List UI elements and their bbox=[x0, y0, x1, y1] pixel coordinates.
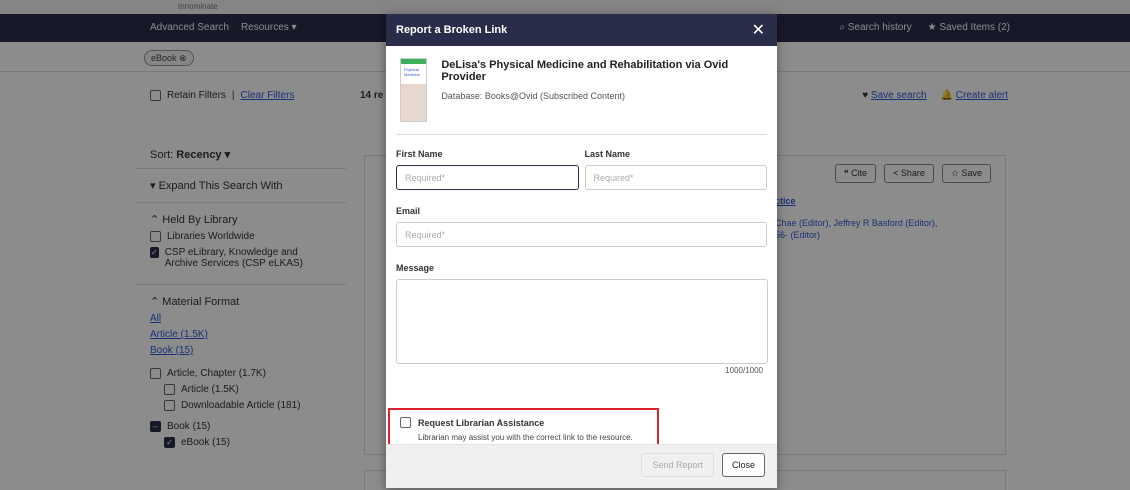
book-database: Database: Books@Ovid (Subscribed Content… bbox=[441, 91, 626, 101]
first-name-field[interactable] bbox=[396, 165, 579, 190]
librarian-assistance-description: Librarian may assist you with the correc… bbox=[418, 433, 633, 442]
message-label: Message bbox=[396, 263, 435, 273]
last-name-label: Last Name bbox=[584, 149, 631, 159]
message-textarea[interactable] bbox=[396, 279, 768, 364]
dialog-body: Physical Medicine DeLisa's Physical Medi… bbox=[386, 46, 777, 458]
message-char-counter: 1000/1000 bbox=[725, 366, 763, 375]
email-field[interactable] bbox=[396, 222, 767, 247]
report-broken-link-dialog: Report a Broken Link ✕ Physical Medicine… bbox=[386, 14, 777, 488]
close-button[interactable]: Close bbox=[721, 453, 765, 477]
send-report-button[interactable]: Send Report bbox=[641, 453, 714, 477]
dialog-header: Report a Broken Link ✕ bbox=[386, 14, 777, 46]
email-label: Email bbox=[396, 206, 421, 216]
book-title: DeLisa's Physical Medicine and Rehabilit… bbox=[441, 59, 729, 83]
first-name-label: First Name bbox=[396, 149, 443, 159]
last-name-field[interactable] bbox=[584, 165, 767, 190]
dialog-title: Report a Broken Link bbox=[396, 24, 508, 36]
book-cover-image: Physical Medicine bbox=[400, 58, 428, 122]
librarian-assistance-label: Request Librarian Assistance bbox=[418, 417, 545, 428]
book-info: Physical Medicine DeLisa's Physical Medi… bbox=[396, 56, 767, 135]
dialog-footer: Send Report Close bbox=[386, 444, 777, 488]
librarian-assistance-checkbox[interactable] bbox=[400, 417, 411, 428]
close-icon[interactable]: ✕ bbox=[752, 20, 765, 40]
